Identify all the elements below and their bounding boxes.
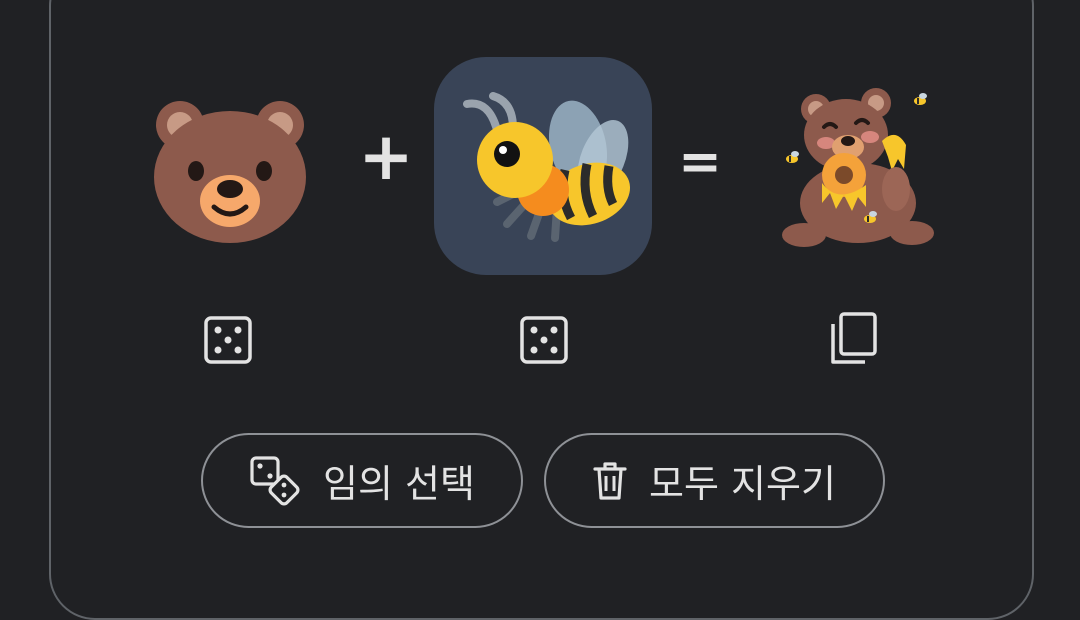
honeybee-emoji-icon — [463, 92, 631, 242]
middle-emoji-slot[interactable] — [434, 57, 652, 275]
copy-icon — [831, 312, 877, 364]
dice-icon — [204, 316, 252, 364]
dice-pair-icon — [249, 455, 301, 507]
plus-sign: + — [358, 118, 414, 195]
copy-result-button[interactable] — [825, 310, 881, 366]
clear-all-label: 모두 지우기 — [649, 462, 836, 506]
bear-emoji-icon — [154, 101, 306, 243]
clear-all-button[interactable]: 모두 지우기 — [544, 433, 885, 528]
left-emoji-slot[interactable] — [145, 85, 315, 255]
random-select-button[interactable]: 임의 선택 — [201, 433, 523, 528]
result-emoji[interactable] — [778, 82, 938, 252]
randomize-left-button[interactable] — [200, 312, 256, 368]
dice-icon — [520, 316, 568, 364]
bear-honey-emoji-icon — [782, 87, 934, 247]
random-select-label: 임의 선택 — [323, 462, 475, 506]
trash-icon — [593, 461, 627, 501]
equals-sign: = — [678, 132, 722, 192]
randomize-middle-button[interactable] — [516, 312, 572, 368]
bee-decoration-icon — [914, 92, 927, 105]
